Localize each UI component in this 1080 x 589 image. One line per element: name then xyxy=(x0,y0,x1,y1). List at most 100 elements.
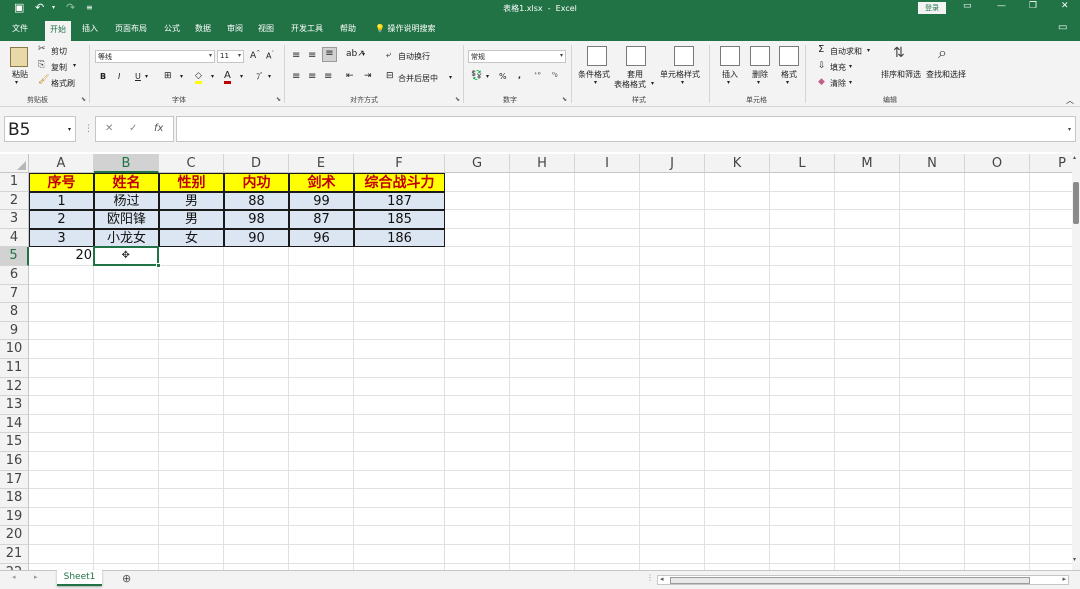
column-header-g[interactable]: G xyxy=(445,154,510,173)
column-header-o[interactable]: O xyxy=(965,154,1030,173)
row-header-7[interactable]: 7 xyxy=(0,284,29,304)
delete-cells-icon[interactable] xyxy=(750,46,770,66)
table-header-cell[interactable]: 性别 xyxy=(159,173,224,192)
merge-dropdown-icon[interactable]: ▾ xyxy=(449,74,452,81)
table-header-cell[interactable]: 剑术 xyxy=(289,173,354,192)
table-cell[interactable]: 87 xyxy=(289,210,354,229)
column-header-h[interactable]: H xyxy=(510,154,575,173)
row-header-21[interactable]: 21 xyxy=(0,545,29,564)
copy-icon[interactable]: ⎘ xyxy=(38,61,45,70)
cut-icon[interactable]: ✂ xyxy=(38,45,46,54)
scroll-down-icon[interactable]: ▾ xyxy=(1073,556,1076,563)
column-header-d[interactable]: D xyxy=(224,154,289,173)
comments-icon[interactable]: ▭ xyxy=(1058,22,1067,33)
format-as-table-icon[interactable] xyxy=(626,46,646,66)
percent-style-button[interactable]: % xyxy=(499,72,507,81)
row-header-6[interactable]: 6 xyxy=(0,266,29,285)
tell-me-search[interactable]: 💡 操作说明搜索 xyxy=(375,23,436,34)
sort-filter-button[interactable]: 排序和筛选 xyxy=(881,69,921,80)
column-header-p[interactable]: P xyxy=(1030,154,1072,173)
copy-dropdown-icon[interactable]: ▾ xyxy=(73,62,76,69)
cell-styles-icon[interactable] xyxy=(674,46,694,66)
row-header-11[interactable]: 11 xyxy=(0,359,29,378)
tab-view[interactable]: 视图 xyxy=(258,23,274,34)
format-as-table-line2[interactable]: 表格格式 xyxy=(614,79,646,90)
table-cell[interactable]: 187 xyxy=(354,191,445,211)
tab-home[interactable]: 开始 xyxy=(45,21,71,41)
orientation-dropdown-icon[interactable]: ▾ xyxy=(362,51,365,58)
copy-button[interactable]: 复制 xyxy=(51,62,67,73)
autosum-dropdown-icon[interactable]: ▾ xyxy=(867,47,870,54)
paste-dropdown-icon[interactable]: ▾ xyxy=(15,79,18,86)
column-header-j[interactable]: J xyxy=(640,154,705,173)
shrink-font-icon[interactable]: Aˇ xyxy=(266,51,274,61)
column-header-n[interactable]: N xyxy=(900,154,965,173)
table-header-cell[interactable]: 综合战斗力 xyxy=(354,173,445,192)
table-cell[interactable]: 99 xyxy=(289,191,354,211)
name-box[interactable]: B5 ▾ xyxy=(4,116,76,142)
cell-styles-dropdown-icon[interactable]: ▾ xyxy=(681,79,684,86)
font-color-icon[interactable]: A xyxy=(224,70,231,84)
bold-button[interactable]: B xyxy=(100,72,106,81)
sort-filter-icon[interactable]: ⇅ xyxy=(893,46,905,60)
row-header-10[interactable]: 10 xyxy=(0,340,29,359)
increase-indent-icon[interactable]: ⇥ xyxy=(364,71,372,81)
table-cell[interactable]: 88 xyxy=(224,191,289,211)
insert-dropdown-icon[interactable]: ▾ xyxy=(727,79,730,86)
horizontal-scrollbar[interactable]: ◂ ▸ xyxy=(657,575,1069,585)
clipboard-launcher-icon[interactable]: ⬊ xyxy=(81,96,86,103)
insert-cells-icon[interactable] xyxy=(720,46,740,66)
row-header-4[interactable]: 4 xyxy=(0,228,29,248)
increase-decimal-icon[interactable]: ⁺⁰ xyxy=(534,71,541,79)
phonetic-icon[interactable]: ﾌﾞ xyxy=(256,71,264,82)
align-center-icon[interactable]: ≡ xyxy=(308,71,316,82)
format-cells-icon[interactable] xyxy=(779,46,799,66)
row-header-15[interactable]: 15 xyxy=(0,433,29,452)
scroll-up-icon[interactable]: ▴ xyxy=(1073,154,1076,161)
row-header-2[interactable]: 2 xyxy=(0,191,29,211)
clear-button[interactable]: 清除 xyxy=(830,78,846,89)
table-cell[interactable]: 欧阳锋 xyxy=(94,210,159,229)
tab-help[interactable]: 帮助 xyxy=(340,23,356,34)
align-top-icon[interactable]: ≡ xyxy=(292,50,300,61)
tab-page-layout[interactable]: 页面布局 xyxy=(115,23,147,34)
table-cell[interactable]: 90 xyxy=(224,228,289,248)
prev-sheet-icon[interactable]: ◂ xyxy=(12,573,16,581)
font-color-dropdown-icon[interactable]: ▾ xyxy=(240,73,243,80)
column-header-e[interactable]: E xyxy=(289,154,354,173)
formula-input[interactable]: ▾ xyxy=(176,116,1076,142)
cancel-icon[interactable]: ✕ xyxy=(105,123,113,134)
row-header-5[interactable]: 5 xyxy=(0,247,29,266)
close-icon[interactable]: ✕ xyxy=(1061,1,1069,11)
wrap-text-icon[interactable]: ⤶ xyxy=(386,50,391,60)
format-dropdown-icon[interactable]: ▾ xyxy=(786,79,789,86)
vertical-scrollbar[interactable]: ▴ ▾ xyxy=(1072,152,1080,570)
font-launcher-icon[interactable]: ⬊ xyxy=(276,96,281,103)
row-header-16[interactable]: 16 xyxy=(0,452,29,471)
phonetic-dropdown-icon[interactable]: ▾ xyxy=(268,73,271,80)
conditional-formatting-icon[interactable] xyxy=(587,46,607,66)
row-header-19[interactable]: 19 xyxy=(0,507,29,527)
grow-font-icon[interactable]: A^ xyxy=(250,50,260,61)
ribbon-display-icon[interactable]: ▭ xyxy=(963,1,972,11)
collapse-ribbon-icon[interactable]: ︿ xyxy=(1066,95,1074,106)
column-header-b[interactable]: B xyxy=(94,154,159,173)
scroll-left-icon[interactable]: ◂ xyxy=(660,575,664,583)
autosum-icon[interactable]: Σ xyxy=(818,44,824,55)
row-header-20[interactable]: 20 xyxy=(0,526,29,545)
sheet-tab[interactable]: Sheet1 xyxy=(57,570,102,586)
accounting-format-icon[interactable]: 💱 xyxy=(471,71,482,81)
fill-color-icon[interactable]: ◇ xyxy=(195,71,202,84)
tab-review[interactable]: 审阅 xyxy=(227,23,243,34)
comma-style-button[interactable]: , xyxy=(518,71,521,80)
column-header-m[interactable]: M xyxy=(835,154,900,173)
italic-button[interactable]: I xyxy=(118,72,120,81)
align-bottom-icon[interactable]: ≡ xyxy=(322,47,337,62)
sign-in-button[interactable]: 登录 xyxy=(918,2,946,14)
enter-icon[interactable]: ✓ xyxy=(129,123,137,134)
clear-dropdown-icon[interactable]: ▾ xyxy=(849,79,852,86)
row-header-1[interactable]: 1 xyxy=(0,173,29,192)
format-painter-button[interactable]: 格式刷 xyxy=(51,78,75,89)
next-sheet-icon[interactable]: ▸ xyxy=(34,573,38,581)
delete-dropdown-icon[interactable]: ▾ xyxy=(757,79,760,86)
